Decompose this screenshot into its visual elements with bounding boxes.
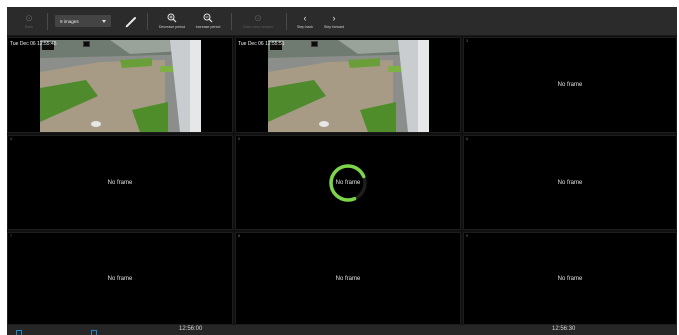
chevron-right-icon: › (332, 13, 336, 23)
decrease-period-label: Decrease period (158, 25, 186, 29)
decrease-period-button[interactable]: Decrease period (152, 7, 192, 36)
no-frame-label: No frame (557, 82, 583, 88)
chevron-left-icon: ‹ (303, 13, 307, 23)
step-forward-button[interactable]: › Step forward (319, 7, 349, 36)
camera-cell-8[interactable]: 8 No frame (235, 232, 461, 325)
zoom-in-icon (203, 13, 213, 23)
toolbar-divider (147, 13, 148, 30)
toolbar-divider (47, 13, 48, 30)
step-back-label: Step back (297, 25, 313, 29)
camera-cell-2[interactable]: Tue Dec 06 12:55:51 (235, 37, 461, 133)
back-button[interactable]: ⊙ Back (17, 7, 41, 36)
camera-tag (83, 41, 90, 47)
cell-number: 8 (238, 234, 240, 238)
no-frame-label: No frame (335, 179, 361, 186)
cell-number: 4 (10, 137, 12, 141)
cell-number: 6 (466, 137, 468, 141)
no-frame-label: No frame (557, 179, 583, 186)
camera-cell-6[interactable]: 6 No frame (463, 135, 677, 230)
frame-timestamp: Tue Dec 06 12:55:45 (10, 41, 57, 47)
camera-snapshot-image (40, 40, 201, 132)
step-forward-label: Step forward (323, 25, 345, 29)
timeline-marker[interactable] (16, 330, 22, 335)
increase-period-label: Increase period (195, 25, 221, 29)
images-select-value: 9 images (60, 18, 79, 24)
camera-cell-3[interactable]: 3 No frame (463, 37, 677, 133)
toolbar-divider (231, 13, 232, 30)
camera-cell-1[interactable]: Tue Dec 06 12:55:45 (7, 37, 233, 133)
images-select[interactable]: 9 images (55, 15, 111, 27)
no-frame-label: No frame (107, 275, 133, 282)
timeline[interactable]: 12:56:00 12:56:30 (7, 325, 677, 335)
cell-number: 7 (10, 234, 12, 238)
camera-snapshot-image (268, 40, 429, 132)
video-view-label: Video view session (242, 25, 274, 29)
camera-cell-9[interactable]: 9 No frame (463, 232, 677, 325)
camera-grid: Tue Dec 06 12:55:45 Tue Dec 06 12:55:51 (7, 37, 677, 325)
timeline-marker[interactable] (91, 330, 97, 335)
app-window: ⊙ Back 9 images Decrease period Increase… (7, 7, 677, 335)
zoom-out-icon (167, 13, 177, 23)
camera-cell-7[interactable]: 7 No frame (7, 232, 233, 325)
video-view-session-button[interactable]: ⊙ Video view session (236, 7, 280, 36)
no-frame-label: No frame (557, 275, 583, 282)
toolbar: ⊙ Back 9 images Decrease period Increase… (7, 7, 677, 36)
pen-icon[interactable] (124, 15, 138, 29)
camera-tag (311, 41, 318, 47)
back-icon: ⊙ (25, 13, 33, 23)
toolbar-divider (286, 13, 287, 30)
camera-cell-5[interactable]: 5 No frame (235, 135, 461, 230)
no-frame-label: No frame (335, 275, 361, 282)
timeline-time-label: 12:56:30 (552, 326, 576, 332)
cell-number: 5 (238, 137, 240, 141)
video-icon: ⊙ (254, 13, 262, 23)
timeline-time-label: 12:56:00 (179, 326, 203, 332)
step-back-button[interactable]: ‹ Step back (292, 7, 318, 36)
no-frame-label: No frame (107, 179, 133, 186)
back-label: Back (25, 25, 33, 29)
frame-timestamp: Tue Dec 06 12:55:51 (238, 41, 285, 47)
cell-number: 9 (466, 234, 468, 238)
camera-cell-4[interactable]: 4 No frame (7, 135, 233, 230)
increase-period-button[interactable]: Increase period (192, 7, 224, 36)
chevron-down-icon (102, 20, 106, 23)
cell-number: 3 (466, 39, 468, 43)
